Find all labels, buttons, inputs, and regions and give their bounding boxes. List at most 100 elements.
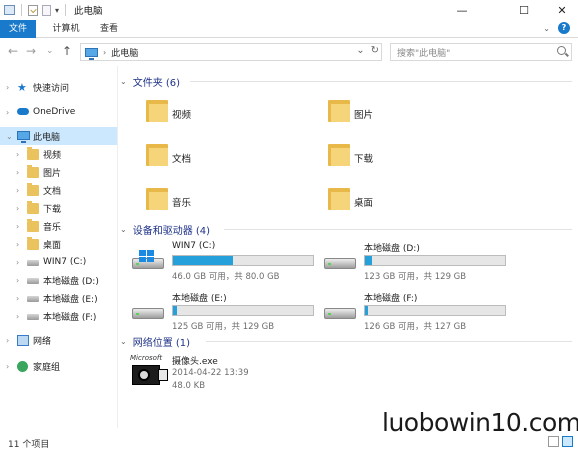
folder-tile[interactable]: 音乐 [146,184,316,216]
watermark: luobowin10.com [382,408,578,437]
sidebar-item[interactable]: › 音乐 [0,217,117,235]
tab-view[interactable]: 查看 [92,20,126,38]
expand-chevron-icon[interactable]: › [16,168,19,177]
drive-tile[interactable]: 本地磁盘 (E:) 125 GB 可用，共 129 GB [130,288,316,332]
new-folder-icon[interactable] [42,4,51,16]
sidebar-item-label: 视频 [43,150,62,161]
sidebar-item[interactable]: › 下载 [0,199,117,217]
window-icon[interactable] [4,5,15,15]
sidebar-item[interactable]: › 本地磁盘 (E:) [0,289,117,307]
large-icons-view-icon[interactable] [562,436,573,447]
sidebar-item[interactable]: › WIN7 (C:) [0,253,117,271]
expand-chevron-icon[interactable]: › [16,222,19,231]
ribbon-collapse-chevron-icon[interactable]: ⌄ [543,24,550,33]
sidebar-item[interactable]: › 本地磁盘 (D:) [0,271,117,289]
customize-toolbar-chevron-icon[interactable]: ▾ [55,6,59,15]
sidebar-item-label: 本地磁盘 (E:) [43,294,98,305]
expand-chevron-icon[interactable]: › [16,312,19,321]
sidebar-item[interactable]: › 网络 [0,331,117,349]
drive-tile[interactable]: WIN7 (C:) 46.0 GB 可用，共 80.0 GB [130,238,316,282]
expand-chevron-icon[interactable]: › [16,240,19,249]
expand-chevron-icon[interactable]: › [16,294,19,303]
homegroup-icon [17,361,28,372]
folder-tile[interactable]: 图片 [328,96,498,128]
sidebar-item-label: OneDrive [33,107,76,117]
details-view-icon[interactable] [548,436,559,447]
group-collapse-chevron-icon[interactable]: ⌄ [120,337,127,346]
group-header-network-locations[interactable]: ⌄ 网络位置 (1) [120,334,190,349]
recent-locations-chevron-icon[interactable]: ⌄ [46,46,54,56]
close-button[interactable]: ✕ [546,0,578,20]
folder-tile[interactable]: 桌面 [328,184,498,216]
sidebar-item[interactable]: › 家庭组 [0,357,117,375]
sidebar-item[interactable]: › 本地磁盘 (F:) [0,307,117,325]
expand-chevron-icon[interactable]: › [16,276,19,285]
drive-tile[interactable]: 本地磁盘 (D:) 123 GB 可用，共 129 GB [322,238,508,282]
expand-chevron-icon[interactable]: › [16,258,19,267]
search-input[interactable]: 搜索"此电脑" [390,43,572,61]
sidebar-item-label: 文档 [43,186,62,197]
sidebar-item[interactable]: › 图片 [0,163,117,181]
expand-chevron-icon[interactable]: › [16,150,19,159]
item-count: 11 个项目 [8,440,50,450]
documents-folder-icon [146,142,168,166]
drive-name: 本地磁盘 (D:) [364,244,420,254]
expand-chevron-icon[interactable]: › [6,83,9,92]
properties-icon[interactable] [28,4,38,16]
address-dropdown-chevron-icon[interactable]: ⌄ [356,45,364,56]
quick-access-toolbar: ▾ [0,4,68,16]
folder-tile[interactable]: 下载 [328,140,498,172]
expand-chevron-icon[interactable]: › [6,362,9,371]
camera-app-icon: Microsoft [130,354,168,388]
tab-file[interactable]: 文件 [0,20,36,38]
pictures-folder-icon [328,98,350,122]
desktop-folder-icon [27,237,39,250]
drive-usage-bar [172,305,314,316]
group-collapse-chevron-icon[interactable]: ⌄ [120,77,127,86]
group-collapse-chevron-icon[interactable]: ⌄ [120,225,127,234]
expand-chevron-icon[interactable]: › [16,186,19,195]
sidebar-item[interactable]: › ★ 快速访问 [0,78,117,96]
sidebar-item[interactable]: ⌄ 此电脑 [0,127,117,145]
up-button[interactable]: ↑ [62,44,72,58]
minimize-button[interactable]: — [446,0,478,20]
sidebar-item-label: 本地磁盘 (D:) [43,276,99,287]
expand-chevron-icon[interactable]: › [16,204,19,213]
forward-button[interactable]: → [26,44,36,58]
help-icon[interactable]: ? [558,22,570,34]
sidebar-item-label: 音乐 [43,222,62,233]
group-title: 设备和驱动器 (4) [132,226,211,237]
video-folder-icon [146,98,168,122]
expand-chevron-icon[interactable]: › [6,108,9,117]
drive-icon [322,300,358,320]
group-header-devices[interactable]: ⌄ 设备和驱动器 (4) [120,222,210,237]
sidebar-item[interactable]: › 视频 [0,145,117,163]
search-placeholder: 搜索"此电脑" [397,48,451,59]
sidebar-item[interactable]: › 桌面 [0,235,117,253]
documents-folder-icon [27,183,39,196]
group-header-folders[interactable]: ⌄ 文件夹 (6) [120,74,180,89]
folder-tile[interactable]: 文档 [146,140,316,172]
drive-usage-fill [173,256,234,265]
drive-free-space: 125 GB 可用，共 129 GB [172,322,275,332]
drive-tile[interactable]: 本地磁盘 (F:) 126 GB 可用，共 127 GB [322,288,508,332]
microsoft-logo-text: Microsoft [130,354,163,362]
music-folder-icon [146,186,168,210]
network-item-tile[interactable]: Microsoft 摄像头.exe 2014-04-22 13:39 48.0 KB [130,352,320,396]
expand-chevron-icon[interactable]: ⌄ [6,132,13,141]
folder-tile[interactable]: 视频 [146,96,316,128]
tab-computer[interactable]: 计算机 [44,20,88,38]
sidebar-item[interactable]: › OneDrive [0,103,117,121]
sidebar-item-label: 此电脑 [33,132,61,143]
breadcrumb-separator-icon[interactable]: › [103,48,106,57]
back-button[interactable]: ← [8,44,18,58]
breadcrumb-this-pc[interactable]: 此电脑 [111,46,138,59]
sidebar-item[interactable]: › 文档 [0,181,117,199]
group-divider [224,229,572,230]
maximize-button[interactable]: ☐ [508,0,540,20]
search-icon[interactable] [557,46,566,55]
address-bar[interactable]: › 此电脑 ⌄ ↻ [80,43,382,61]
drive-free-space: 46.0 GB 可用，共 80.0 GB [172,272,280,282]
refresh-button[interactable]: ↻ [371,45,379,56]
expand-chevron-icon[interactable]: › [6,336,9,345]
